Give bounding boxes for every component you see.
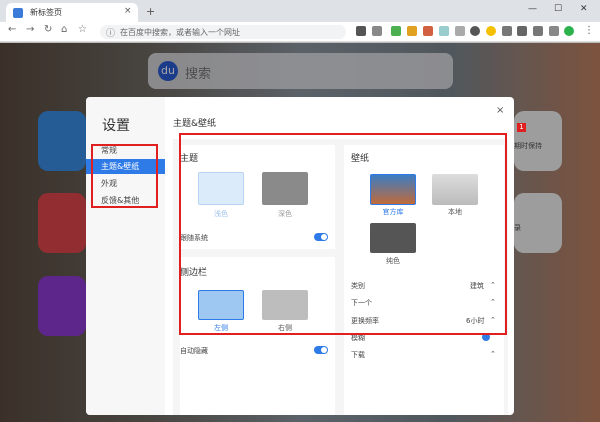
section-title: 主题&壁纸 xyxy=(173,119,217,129)
speed-icon[interactable] xyxy=(470,26,480,36)
tab-new-tab[interactable]: 新标签页 × xyxy=(6,3,138,22)
profile-avatar-icon[interactable] xyxy=(564,26,574,36)
tab-favicon-icon xyxy=(13,8,23,18)
tile-text-1: 期时保持 xyxy=(514,142,542,150)
nav-highlight-box xyxy=(91,144,158,208)
reload-icon[interactable]: ↻ xyxy=(44,24,52,35)
tile-badge: 1 xyxy=(517,123,526,132)
tab-close-icon[interactable]: × xyxy=(124,6,132,16)
back-icon[interactable]: ← xyxy=(8,24,16,35)
extension-orange-icon[interactable] xyxy=(423,26,433,36)
crop-icon[interactable] xyxy=(533,26,543,36)
star-icon[interactable] xyxy=(372,26,382,36)
settings-dialog: 设置 常规 主题&壁纸 外观 反馈&其他 主题&壁纸 × 主题 浅色 深色 跟随… xyxy=(86,97,514,415)
close-window-button[interactable]: ✕ xyxy=(580,4,588,14)
auto-hide-toggle[interactable] xyxy=(314,346,328,354)
forward-icon[interactable]: → xyxy=(26,24,34,35)
minimize-button[interactable]: — xyxy=(528,4,537,14)
download-label: 下载 xyxy=(351,351,365,359)
address-bar[interactable]: ⓘ 在百度中搜索，或者输入一个网址 xyxy=(100,25,346,39)
address-placeholder: 在百度中搜索，或者输入一个网址 xyxy=(120,28,240,37)
new-tab-button[interactable]: + xyxy=(146,5,155,18)
menu-extension-icon[interactable] xyxy=(502,26,512,36)
puzzle-icon[interactable] xyxy=(517,26,527,36)
extension-off-icon[interactable] xyxy=(407,26,417,36)
tab-title: 新标签页 xyxy=(30,8,62,17)
maximize-button[interactable]: ☐ xyxy=(554,4,562,14)
extension-yellow-icon[interactable] xyxy=(486,26,496,36)
settings-title: 设置 xyxy=(102,118,130,134)
download-arrow-icon[interactable]: ⌃ xyxy=(490,350,496,358)
site-info-icon: ⓘ xyxy=(106,29,116,39)
home-icon[interactable]: ⌂ xyxy=(61,24,67,35)
extension-teal-icon[interactable] xyxy=(439,26,449,36)
auto-hide-label: 自动隐藏 xyxy=(180,347,208,355)
bookmark-star-icon[interactable]: ☆ xyxy=(78,24,87,35)
extension-green-icon[interactable] xyxy=(391,26,401,36)
content-highlight-box xyxy=(179,133,507,335)
close-dialog-button[interactable]: × xyxy=(496,105,504,116)
tile-text-2: 录 xyxy=(514,224,521,232)
qr-code-icon[interactable] xyxy=(356,26,366,36)
more-menu-icon[interactable]: ⋮ xyxy=(584,25,594,36)
collections-icon[interactable] xyxy=(549,26,559,36)
extension-grey-icon[interactable] xyxy=(455,26,465,36)
